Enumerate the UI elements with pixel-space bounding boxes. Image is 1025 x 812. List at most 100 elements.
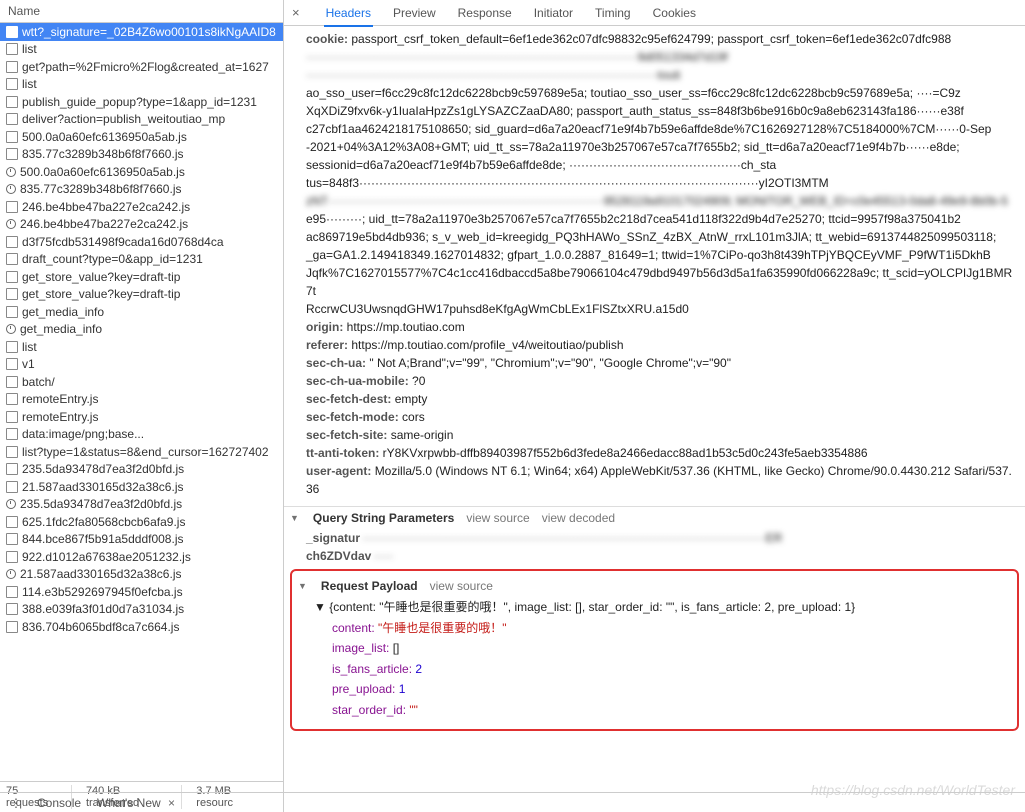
resource-name: wtt?_signature=_02B4Z6wo00101s8ikNgAAID8 xyxy=(22,25,276,39)
file-icon xyxy=(6,271,18,283)
resource-row[interactable]: remoteEntry.js xyxy=(0,391,283,409)
file-icon xyxy=(6,26,18,38)
resource-row[interactable]: v1 xyxy=(0,356,283,374)
tab-initiator[interactable]: Initiator xyxy=(532,1,575,25)
header-value: _ga=GA1.2.149418349.1627014832; gfpart_1… xyxy=(284,246,1025,264)
resource-name: v1 xyxy=(22,357,35,371)
console-tab[interactable]: Console xyxy=(37,796,81,810)
resource-row[interactable]: 388.e039fa3f01d0d7a31034.js xyxy=(0,601,283,619)
file-icon xyxy=(6,236,18,248)
header-key: sec-fetch-dest: xyxy=(306,392,391,406)
resource-name: 625.1fdc2fa80568cbcb6afa9.js xyxy=(22,515,185,529)
close-icon[interactable]: × xyxy=(292,5,300,20)
resource-row[interactable]: 922.d1012a67638ae2051232.js xyxy=(0,548,283,566)
json-key: image_list: xyxy=(332,641,389,655)
resource-row[interactable]: get_store_value?key=draft-tip xyxy=(0,286,283,304)
request-payload-highlight: ▼ Request Payload view source ▼ {content… xyxy=(290,569,1019,731)
resource-name: 114.e3b5292697945f0efcba.js xyxy=(22,585,183,599)
tab-cookies[interactable]: Cookies xyxy=(651,1,698,25)
request-payload-section[interactable]: ▼ Request Payload view source xyxy=(292,575,1017,597)
query-string-section[interactable]: ▼ Query String Parameters view source vi… xyxy=(284,506,1025,529)
tab-response[interactable]: Response xyxy=(456,1,514,25)
resource-row[interactable]: get?path=%2Fmicro%2Flog&created_at=1627 xyxy=(0,58,283,76)
resource-row[interactable]: list xyxy=(0,76,283,94)
clock-icon xyxy=(6,499,16,509)
resource-row[interactable]: d3f75fcdb531498f9cada16d0768d4ca xyxy=(0,233,283,251)
resource-row[interactable]: 21.587aad330165d32a38c6.js xyxy=(0,566,283,584)
resource-row[interactable]: remoteEntry.js xyxy=(0,408,283,426)
resource-row[interactable]: 835.77c3289b348b6f8f7660.js xyxy=(0,146,283,164)
resource-row[interactable]: list xyxy=(0,41,283,59)
param-key: _signatur xyxy=(306,531,360,545)
resource-row[interactable]: 625.1fdc2fa80568cbcb6afa9.js xyxy=(0,513,283,531)
triangle-down-icon: ▼ xyxy=(298,581,307,591)
resource-row[interactable]: wtt?_signature=_02B4Z6wo00101s8ikNgAAID8 xyxy=(0,23,283,41)
header-value: e95·········; uid_tt=78a2a11970e3b257067… xyxy=(284,210,1025,228)
header-value: RccrwCU3UwsnqdGHW17puhsd8eKfgAgWmCbLEx1F… xyxy=(284,300,1025,318)
resource-row[interactable]: list xyxy=(0,338,283,356)
resource-name: batch/ xyxy=(22,375,55,389)
file-icon xyxy=(6,428,18,440)
header-value: ?0 xyxy=(412,374,425,388)
view-source-link[interactable]: view source xyxy=(466,511,529,525)
resource-row[interactable]: 246.be4bbe47ba227e2ca242.js xyxy=(0,198,283,216)
param-value: ········································… xyxy=(362,531,782,545)
resource-row[interactable]: draft_count?type=0&app_id=1231 xyxy=(0,251,283,269)
json-key: is_fans_article: xyxy=(332,662,412,676)
whats-new-tab[interactable]: What's New × xyxy=(97,796,175,810)
header-key: origin: xyxy=(306,320,343,334)
header-value: tus=848f3·······························… xyxy=(284,174,1025,192)
resource-row[interactable]: batch/ xyxy=(0,373,283,391)
file-icon xyxy=(6,376,18,388)
tab-headers[interactable]: Headers xyxy=(324,1,373,27)
resource-row[interactable]: 836.704b6065bdf8ca7c664.js xyxy=(0,618,283,636)
section-title: Query String Parameters xyxy=(313,511,454,525)
close-icon[interactable]: × xyxy=(168,796,175,810)
resource-name: draft_count?type=0&app_id=1231 xyxy=(22,252,203,266)
name-column-header[interactable]: Name xyxy=(0,0,283,23)
header-key: user-agent: xyxy=(306,464,371,478)
resource-name: get_media_info xyxy=(22,305,104,319)
header-value: sessionid=d6a7a20eacf71e9f4b7b59e6affde8… xyxy=(284,156,1025,174)
resource-row[interactable]: 235.5da93478d7ea3f2d0bfd.js xyxy=(0,461,283,479)
resource-name: list xyxy=(22,42,37,56)
file-icon xyxy=(6,288,18,300)
resource-row[interactable]: 500.0a0a60efc6136950a5ab.js xyxy=(0,128,283,146)
resource-name: 500.0a0a60efc6136950a5ab.js xyxy=(20,165,185,179)
kebab-menu-icon[interactable]: ⋮ xyxy=(10,796,21,810)
resource-row[interactable]: get_media_info xyxy=(0,321,283,339)
resource-row[interactable]: 235.5da93478d7ea3f2d0bfd.js xyxy=(0,496,283,514)
header-key: cookie: xyxy=(306,32,348,46)
view-decoded-link[interactable]: view decoded xyxy=(542,511,615,525)
resource-row[interactable]: 844.bce867f5b91a5dddf008.js xyxy=(0,531,283,549)
resource-row[interactable]: list?type=1&status=8&end_cursor=16272740… xyxy=(0,443,283,461)
resource-name: remoteEntry.js xyxy=(22,410,98,424)
resource-row[interactable]: deliver?action=publish_weitoutiao_mp xyxy=(0,111,283,129)
file-icon xyxy=(6,341,18,353)
resource-list[interactable]: wtt?_signature=_02B4Z6wo00101s8ikNgAAID8… xyxy=(0,23,283,781)
resource-name: get_store_value?key=draft-tip xyxy=(22,287,180,301)
header-value: rY8KVxrpwbb-dffb89403987f552b6d3fede8a24… xyxy=(383,446,868,460)
resource-row[interactable]: get_store_value?key=draft-tip xyxy=(0,268,283,286)
resource-row[interactable]: 114.e3b5292697945f0efcba.js xyxy=(0,583,283,601)
resource-row[interactable]: data:image/png;base... xyxy=(0,426,283,444)
resource-row[interactable]: get_media_info xyxy=(0,303,283,321)
resource-row[interactable]: 246.be4bbe47ba227e2ca242.js xyxy=(0,216,283,234)
resource-name: 835.77c3289b348b6f8f7660.js xyxy=(20,182,181,196)
header-value: empty xyxy=(395,392,428,406)
resource-row[interactable]: 500.0a0a60efc6136950a5ab.js xyxy=(0,163,283,181)
file-icon xyxy=(6,481,18,493)
section-title: Request Payload xyxy=(321,579,418,593)
header-key: sec-fetch-mode: xyxy=(306,410,399,424)
resource-row[interactable]: 21.587aad330165d32a38c6.js xyxy=(0,478,283,496)
resource-name: data:image/png;base... xyxy=(22,427,144,441)
resource-name: 922.d1012a67638ae2051232.js xyxy=(22,550,191,564)
resource-row[interactable]: 835.77c3289b348b6f8f7660.js xyxy=(0,181,283,199)
resource-name: get_media_info xyxy=(20,322,102,336)
tab-preview[interactable]: Preview xyxy=(391,1,438,25)
resource-row[interactable]: publish_guide_popup?type=1&app_id=1231 xyxy=(0,93,283,111)
resource-name: 235.5da93478d7ea3f2d0bfd.js xyxy=(22,462,184,476)
tab-timing[interactable]: Timing xyxy=(593,1,633,25)
view-source-link[interactable]: view source xyxy=(430,579,493,593)
resource-name: deliver?action=publish_weitoutiao_mp xyxy=(22,112,225,126)
